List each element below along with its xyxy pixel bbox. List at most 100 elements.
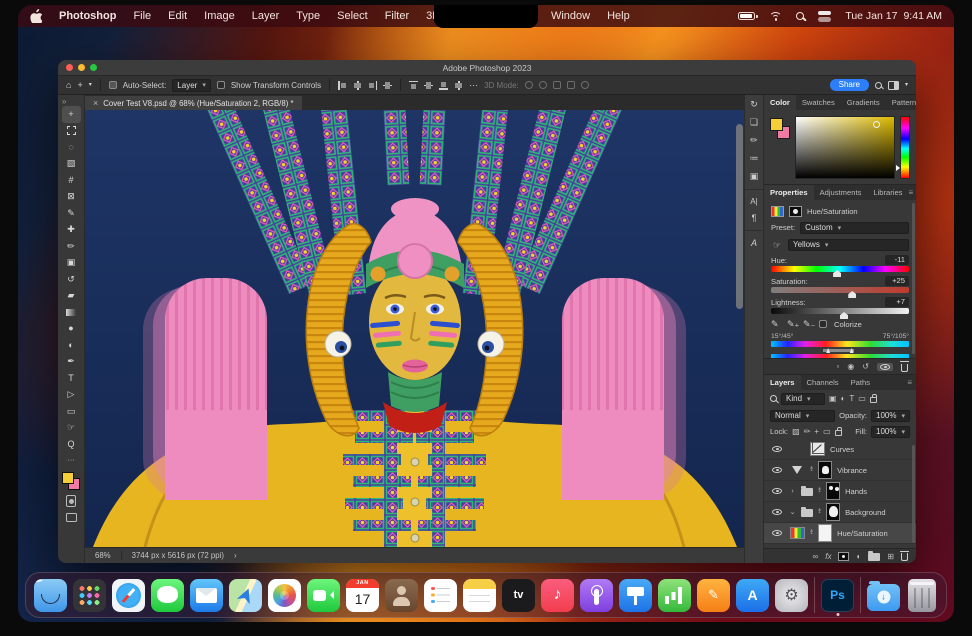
move-tool-option-icon[interactable]: + bbox=[77, 81, 82, 90]
panel-scrollbar[interactable] bbox=[912, 203, 915, 354]
tool-presets-panel-icon[interactable]: ≔ bbox=[750, 153, 759, 164]
dock-system-settings-icon[interactable]: ⚙ bbox=[775, 579, 808, 612]
fill-select[interactable]: 100%▾ bbox=[871, 426, 910, 438]
tool-clone-stamp[interactable]: ▣ bbox=[62, 255, 81, 272]
filter-adjustment-icon[interactable]: ◐ bbox=[841, 394, 846, 403]
hue-value[interactable]: -11 bbox=[885, 255, 909, 265]
tool-dodge[interactable]: ◐ bbox=[62, 337, 81, 354]
glyphs-panel-icon[interactable]: A bbox=[751, 238, 757, 248]
home-icon[interactable]: ⌂ bbox=[66, 81, 71, 90]
panel-menu-icon[interactable]: ≡ bbox=[908, 188, 913, 197]
dock-keynote-icon[interactable] bbox=[619, 579, 652, 612]
layer-name[interactable]: Curves bbox=[830, 445, 854, 454]
wifi-icon[interactable] bbox=[769, 11, 782, 22]
tool-eraser[interactable]: ▰ bbox=[62, 288, 81, 305]
zoom-level[interactable]: 68% bbox=[95, 551, 111, 560]
layer-name[interactable]: Vibrance bbox=[837, 466, 867, 475]
filter-smart-icon[interactable] bbox=[870, 397, 877, 403]
delete-layer-icon[interactable] bbox=[901, 553, 908, 561]
canvas-scrollbar[interactable] bbox=[736, 124, 743, 309]
align-center-h-icon[interactable] bbox=[353, 81, 362, 90]
align-top-icon[interactable] bbox=[409, 81, 418, 90]
control-center-icon[interactable] bbox=[818, 11, 831, 22]
filter-kind-select[interactable]: Kind▾ bbox=[781, 393, 825, 405]
delete-adjustment-icon[interactable] bbox=[901, 364, 908, 372]
dock-pages-icon[interactable]: ✎ bbox=[697, 579, 730, 612]
distribute-h-icon[interactable] bbox=[454, 81, 463, 90]
mask-thumbnail[interactable] bbox=[826, 482, 840, 500]
spotlight-search-icon[interactable] bbox=[796, 12, 804, 20]
menu-item-window[interactable]: Window bbox=[551, 10, 590, 22]
eyedropper-sample-icon[interactable]: ✎ bbox=[771, 319, 780, 330]
clip-to-layer-icon[interactable]: ▫ bbox=[836, 362, 839, 371]
new-layer-icon[interactable]: ⊞ bbox=[887, 552, 894, 561]
dock-photos-icon[interactable] bbox=[268, 579, 301, 612]
hue-slider[interactable] bbox=[771, 266, 909, 272]
layer-row-vibrance[interactable]: ៖ Vibrance bbox=[764, 460, 916, 481]
hue-strip[interactable] bbox=[900, 116, 910, 179]
tool-type[interactable]: T bbox=[62, 370, 81, 387]
collapse-tools-icon[interactable]: » bbox=[62, 97, 66, 106]
foreground-color-swatch[interactable] bbox=[62, 472, 74, 484]
visibility-eye-icon[interactable] bbox=[772, 467, 782, 473]
dock-reminders-icon[interactable] bbox=[424, 579, 457, 612]
tool-history-brush[interactable]: ↺ bbox=[62, 271, 81, 288]
layer-row-hands[interactable]: › ៖ Hands bbox=[764, 481, 916, 502]
panel-scrollbar[interactable] bbox=[912, 445, 915, 543]
eyedropper-add-icon[interactable]: ✎₊ bbox=[787, 319, 796, 330]
dock-music-icon[interactable]: ♪ bbox=[541, 579, 574, 612]
history-panel-icon[interactable]: ↻ bbox=[750, 99, 758, 110]
lock-transparency-icon[interactable]: ▨ bbox=[792, 427, 800, 436]
lock-pixels-icon[interactable]: ✏ bbox=[804, 427, 811, 436]
opacity-select[interactable]: 100%▾ bbox=[871, 410, 910, 422]
menu-item-select[interactable]: Select bbox=[337, 10, 368, 22]
show-transform-checkbox[interactable] bbox=[217, 81, 225, 89]
status-chevron-icon[interactable]: › bbox=[234, 551, 237, 560]
visibility-toggle[interactable] bbox=[877, 363, 893, 371]
visibility-eye-icon[interactable] bbox=[772, 509, 782, 515]
dock-maps-icon[interactable] bbox=[229, 579, 262, 612]
comments-panel-icon[interactable]: ❏ bbox=[750, 117, 758, 128]
window-titlebar[interactable]: Adobe Photoshop 2023 bbox=[58, 60, 916, 76]
tool-hand[interactable]: ☞ bbox=[62, 420, 81, 437]
menu-item-filter[interactable]: Filter bbox=[385, 10, 409, 22]
paragraph-panel-icon[interactable]: ¶ bbox=[752, 213, 757, 223]
mask-thumbnail[interactable] bbox=[818, 461, 832, 479]
edit-toolbar-icon[interactable]: ··· bbox=[62, 453, 81, 470]
add-adjustment-icon[interactable]: ◐ bbox=[856, 552, 861, 561]
filter-pixel-icon[interactable]: ▣ bbox=[829, 394, 837, 403]
align-bottom-icon[interactable] bbox=[439, 81, 448, 90]
layer-row-curves[interactable]: Curves bbox=[764, 439, 916, 460]
dock-tv-icon[interactable]: tv bbox=[502, 579, 535, 612]
tab-channels[interactable]: Channels bbox=[801, 375, 845, 390]
foreground-color-chip[interactable] bbox=[770, 118, 783, 131]
dock-downloads-icon[interactable]: ↓ bbox=[867, 584, 900, 611]
more-options-icon[interactable]: ··· bbox=[469, 81, 478, 90]
tool-gradient[interactable] bbox=[62, 304, 81, 321]
hue-strip-marker[interactable] bbox=[896, 165, 900, 171]
share-button[interactable]: Share bbox=[830, 79, 869, 91]
lightness-value[interactable]: +7 bbox=[885, 297, 909, 307]
canvas[interactable] bbox=[85, 110, 744, 547]
channel-select[interactable]: Yellows▾ bbox=[788, 239, 909, 251]
workspace-icon[interactable] bbox=[888, 81, 899, 90]
tool-frame[interactable]: ⊠ bbox=[62, 189, 81, 206]
saturation-slider[interactable] bbox=[771, 287, 909, 293]
tool-brush[interactable]: ✏ bbox=[62, 238, 81, 255]
character-panel-icon[interactable]: A| bbox=[750, 197, 757, 206]
tab-gradients[interactable]: Gradients bbox=[841, 95, 886, 110]
tool-crop[interactable]: # bbox=[62, 172, 81, 189]
screen-mode-button[interactable] bbox=[62, 510, 81, 527]
visibility-eye-icon[interactable] bbox=[772, 446, 782, 452]
tab-color[interactable]: Color bbox=[764, 95, 796, 110]
tab-layers[interactable]: Layers bbox=[764, 375, 801, 390]
tool-path-selection[interactable]: ▷ bbox=[62, 387, 81, 404]
hue-range-adjuster[interactable] bbox=[771, 348, 909, 353]
dock-safari-icon[interactable] bbox=[112, 579, 145, 612]
tool-eyedropper[interactable]: ✎ bbox=[62, 205, 81, 222]
dock-trash-icon[interactable] bbox=[908, 579, 936, 612]
filter-type-icon[interactable]: T bbox=[849, 394, 854, 403]
layer-style-icon[interactable]: fx bbox=[825, 552, 831, 561]
tool-move[interactable]: + bbox=[62, 106, 81, 123]
dock-photoshop-icon[interactable]: Ps bbox=[821, 579, 854, 612]
